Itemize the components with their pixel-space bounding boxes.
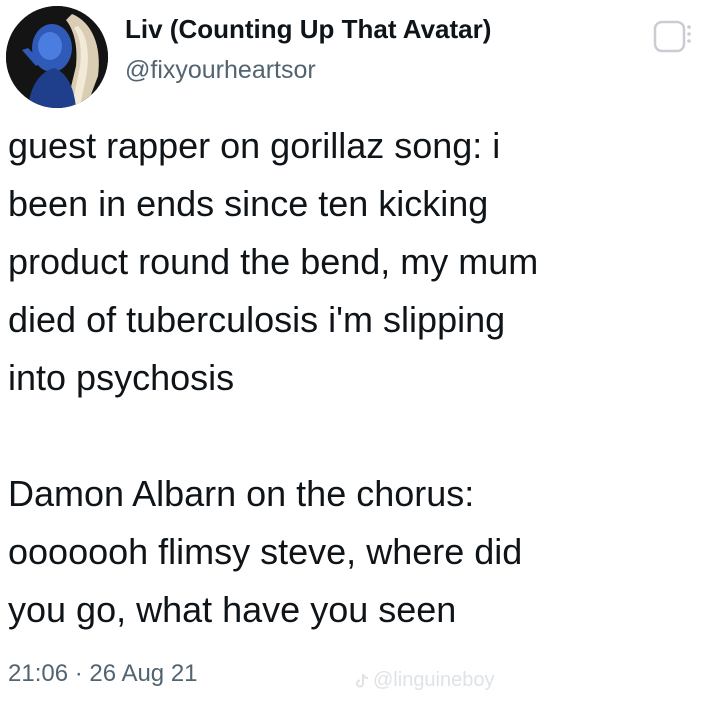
author-display-name[interactable]: Liv (Counting Up That Avatar) [125, 14, 491, 45]
avatar-image [6, 6, 108, 108]
tweet-timestamp[interactable]: 21:06 · 26 Aug 21 [8, 660, 198, 688]
more-options-icon [653, 20, 691, 53]
watermark: @linguineboy [355, 669, 495, 692]
meta-separator: · [74, 660, 83, 687]
avatar[interactable] [6, 6, 108, 108]
tiktok-icon [356, 673, 369, 687]
tweet-date: 26 Aug 21 [89, 660, 198, 687]
tweet-paragraph: Damon Albarn on the chorus: ooooooh flim… [8, 473, 523, 630]
tweet-text: guest rapper on gorillaz song: i been in… [8, 117, 708, 639]
watermark-text: @linguineboy [373, 669, 495, 691]
author-handle[interactable]: @fixyourheartsor [125, 56, 316, 85]
more-options-button[interactable] [652, 19, 692, 59]
tweet-paragraph: guest rapper on gorillaz song: i been in… [8, 125, 539, 398]
tweet-time: 21:06 [8, 660, 69, 687]
